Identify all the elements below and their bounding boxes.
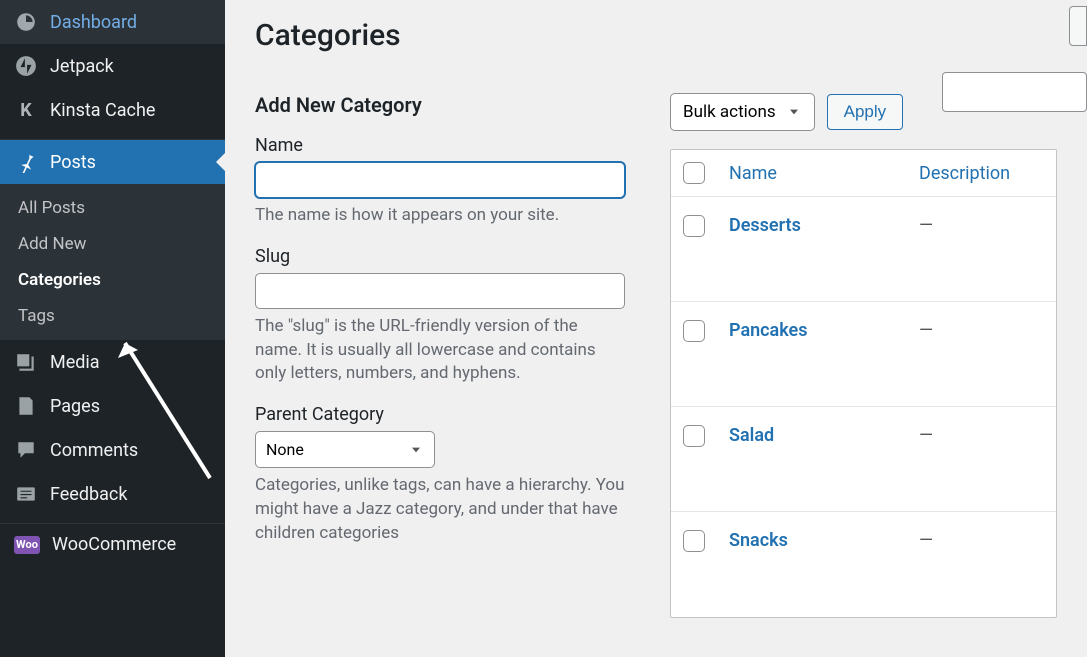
sidebar-item-label: Posts [50,152,96,173]
parent-label: Parent Category [255,404,625,425]
sidebar-item-jetpack[interactable]: Jetpack [0,44,225,88]
description-cell: — [919,530,933,551]
sidebar-item-label: Media [50,352,100,373]
table-row: Salad — [671,407,1056,512]
sidebar-item-pages[interactable]: Pages [0,384,225,428]
parent-select-value: None [266,440,304,459]
parent-select[interactable]: None [255,431,435,468]
slug-input[interactable] [255,273,625,309]
chevron-down-icon [786,104,802,120]
sidebar-item-label: Dashboard [50,12,137,33]
sidebar-item-label: Feedback [50,484,127,505]
col-header-description[interactable]: Description [919,163,1010,184]
main-content: Categories Add New Category Name The nam… [225,0,1087,657]
category-link[interactable]: Pancakes [729,320,808,341]
submenu-all-posts[interactable]: All Posts [0,190,225,226]
kinsta-icon: K [14,98,38,122]
screen-options-button[interactable] [1069,6,1087,46]
admin-sidebar: Dashboard Jetpack K Kinsta Cache Posts A… [0,0,225,657]
feedback-icon [14,482,38,506]
sidebar-item-comments[interactable]: Comments [0,428,225,472]
name-label: Name [255,135,625,156]
pin-icon [14,150,38,174]
pages-icon [14,394,38,418]
bulk-actions-select[interactable]: Bulk actions [670,93,815,131]
category-link[interactable]: Desserts [729,215,801,236]
submenu-tags[interactable]: Tags [0,298,225,334]
sidebar-item-dashboard[interactable]: Dashboard [0,0,225,44]
form-heading: Add New Category [255,93,625,117]
sidebar-item-kinsta-cache[interactable]: K Kinsta Cache [0,88,225,132]
add-category-form: Add New Category Name The name is how it… [255,93,625,618]
slug-help: The "slug" is the URL-friendly version o… [255,315,625,386]
submenu-categories[interactable]: Categories [0,262,225,298]
description-cell: — [919,425,933,446]
media-icon [14,350,38,374]
woocommerce-icon: Woo [14,536,40,554]
category-link[interactable]: Salad [729,425,774,446]
submenu-add-new[interactable]: Add New [0,226,225,262]
sidebar-separator [0,132,225,140]
apply-button[interactable]: Apply [827,94,904,130]
categories-table: Name Description Desserts — Pancakes — S… [670,149,1057,618]
sidebar-item-feedback[interactable]: Feedback [0,472,225,516]
search-input[interactable] [942,72,1087,112]
row-checkbox[interactable] [683,320,705,342]
col-header-name[interactable]: Name [729,163,777,184]
category-link[interactable]: Snacks [729,530,788,551]
row-checkbox[interactable] [683,530,705,552]
sidebar-separator [0,516,225,524]
table-row: Desserts — [671,197,1056,302]
sidebar-item-label: Kinsta Cache [50,100,155,121]
chevron-down-icon [408,442,424,458]
sidebar-item-label: Pages [50,396,100,417]
name-input[interactable] [255,162,625,198]
jetpack-icon [14,54,38,78]
slug-label: Slug [255,246,625,267]
comment-icon [14,438,38,462]
bulk-actions-label: Bulk actions [683,102,776,122]
description-cell: — [919,215,933,236]
select-all-checkbox[interactable] [683,162,705,184]
row-checkbox[interactable] [683,425,705,447]
posts-submenu: All Posts Add New Categories Tags [0,184,225,340]
table-header-row: Name Description [671,150,1056,197]
parent-help: Categories, unlike tags, can have a hier… [255,474,625,545]
page-title: Categories [255,18,1057,53]
dashboard-icon [14,10,38,34]
row-checkbox[interactable] [683,215,705,237]
sidebar-item-label: WooCommerce [52,534,176,555]
sidebar-item-label: Comments [50,440,138,461]
description-cell: — [919,320,933,341]
name-help: The name is how it appears on your site. [255,204,625,228]
table-row: Snacks — [671,512,1056,617]
sidebar-item-label: Jetpack [50,56,114,77]
sidebar-item-media[interactable]: Media [0,340,225,384]
table-row: Pancakes — [671,302,1056,407]
sidebar-item-woocommerce[interactable]: Woo WooCommerce [0,524,225,565]
sidebar-item-posts[interactable]: Posts [0,140,225,184]
